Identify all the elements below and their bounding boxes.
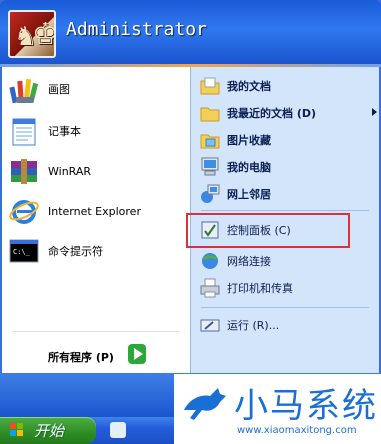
- place-my-documents[interactable]: 我的文档: [199, 73, 375, 99]
- svg-text:C:\_: C:\_: [13, 248, 31, 256]
- place-label: 运行 (R)...: [227, 319, 280, 332]
- pane-divider: [201, 307, 369, 308]
- submenu-arrow-icon: [372, 108, 377, 116]
- notepad-icon: [8, 115, 40, 147]
- cmd-icon: C:\_: [8, 235, 40, 267]
- program-label: 命令提示符: [48, 245, 103, 258]
- watermark-logo: 小马系统 www.xiaomaxitong.com: [174, 374, 381, 444]
- program-label: Internet Explorer: [48, 204, 141, 218]
- place-label: 我最近的文档 (D): [227, 107, 317, 120]
- chess-piece-icon: ♚: [32, 17, 54, 52]
- program-internet-explorer[interactable]: Internet Explorer: [8, 193, 186, 229]
- program-label: 记事本: [48, 125, 81, 138]
- my-documents-icon: [199, 75, 221, 97]
- ie-icon: [8, 195, 40, 227]
- place-label: 图片收藏: [227, 134, 271, 147]
- pane-divider: [201, 210, 369, 211]
- watermark-title: 小马系统: [234, 386, 378, 426]
- program-command-prompt[interactable]: C:\_ 命令提示符: [8, 233, 186, 269]
- place-label: 网络连接: [227, 255, 271, 268]
- windows-logo-icon: [10, 423, 24, 437]
- place-run[interactable]: 运行 (R)...: [199, 312, 375, 338]
- place-network-connections[interactable]: 网络连接: [199, 248, 375, 274]
- program-label: WinRAR: [48, 164, 92, 178]
- winrar-icon: [8, 155, 40, 187]
- recent-documents-icon: [199, 102, 221, 124]
- place-network-places[interactable]: 网上邻居: [199, 181, 375, 207]
- watermark-url: www.xiaomaxitong.com: [237, 425, 357, 436]
- my-pictures-icon: [199, 129, 221, 151]
- run-icon: [199, 314, 221, 336]
- start-button[interactable]: 开始: [0, 417, 96, 444]
- pane-divider: [12, 331, 180, 332]
- program-notepad[interactable]: 记事本: [8, 113, 186, 149]
- place-my-computer[interactable]: 我的电脑: [199, 154, 375, 180]
- my-computer-icon: [199, 156, 221, 178]
- all-programs-button[interactable]: 所有程序 (P): [2, 337, 190, 373]
- start-label: 开始: [34, 422, 65, 440]
- place-recent-documents[interactable]: 我最近的文档 (D): [199, 100, 377, 126]
- place-printers-faxes[interactable]: 打印机和传真: [199, 275, 375, 301]
- place-label: 网上邻居: [227, 188, 271, 201]
- user-avatar[interactable]: ♞ ♚: [8, 10, 56, 58]
- program-winrar[interactable]: WinRAR: [8, 153, 186, 189]
- pinned-programs-pane: 画图 记事本 WinRAR Internet Explorer C:\_ 命令提…: [2, 67, 190, 373]
- all-programs-label: 所有程序 (P): [48, 351, 114, 364]
- user-name: Administrator: [66, 19, 207, 40]
- program-paint[interactable]: 画图: [8, 71, 186, 107]
- place-label: 我的电脑: [227, 161, 271, 174]
- horse-logo-icon: [184, 388, 226, 420]
- program-label: 画图: [48, 83, 70, 96]
- network-places-icon: [199, 183, 221, 205]
- arrow-right-icon: [128, 344, 146, 364]
- place-label: 我的文档: [227, 80, 271, 93]
- paint-icon: [8, 73, 40, 105]
- quick-launch-icon[interactable]: [110, 422, 126, 438]
- network-connections-icon: [199, 250, 221, 272]
- printers-icon: [199, 277, 221, 299]
- place-my-pictures[interactable]: 图片收藏: [199, 127, 375, 153]
- control-panel-highlight-box: [186, 213, 350, 248]
- start-menu-header: ♞ ♚ Administrator: [0, 0, 381, 64]
- place-label: 打印机和传真: [227, 282, 293, 295]
- start-menu: ♞ ♚ Administrator 画图 记事本 WinRAR: [0, 0, 381, 373]
